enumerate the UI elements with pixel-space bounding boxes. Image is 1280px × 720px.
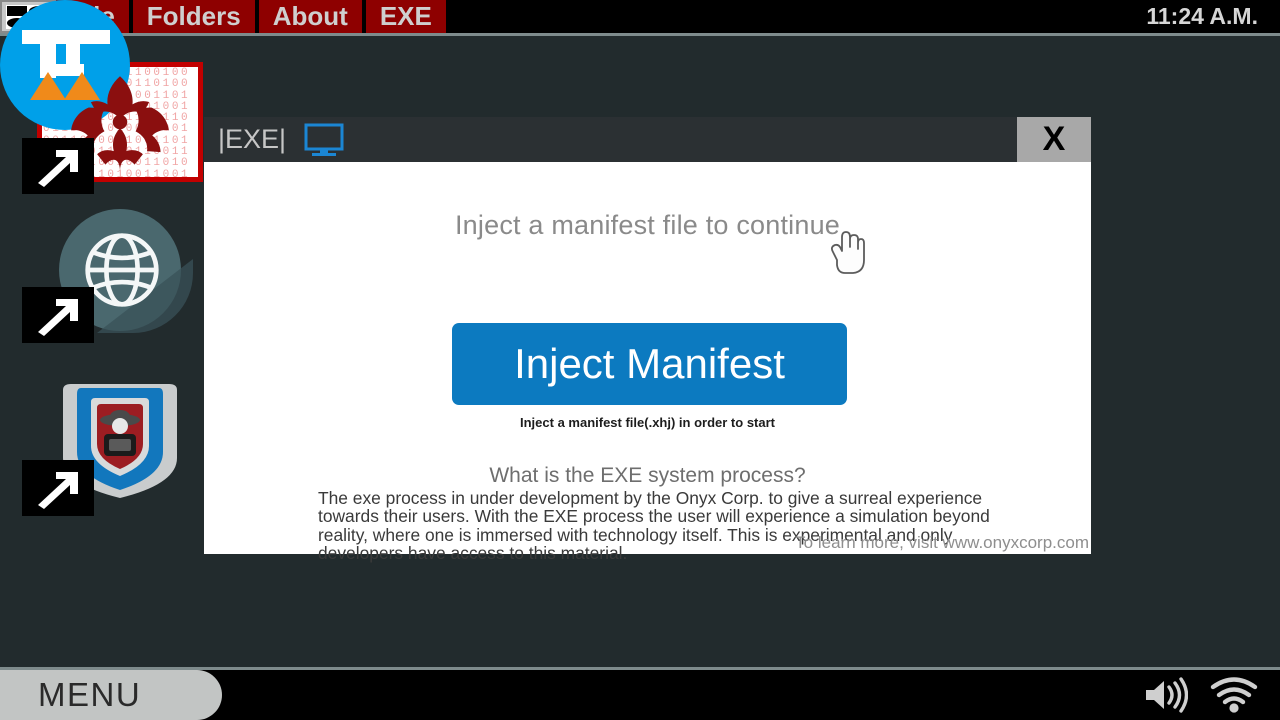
menu-folders[interactable]: Folders	[132, 0, 255, 33]
shortcut-arrow-icon	[22, 287, 94, 343]
clock: 11:24 A.M.	[1146, 3, 1258, 29]
menu-about[interactable]: About	[258, 0, 362, 33]
window-title: |EXE|	[218, 124, 287, 154]
inject-hint-text: Inject a manifest file(.xhj) in order to…	[520, 415, 775, 430]
desktop-icon-security-shield[interactable]	[22, 380, 203, 516]
menu-button[interactable]: MENU	[0, 670, 222, 720]
menu-exe[interactable]: EXE	[365, 0, 446, 33]
desktop-icon-globe[interactable]	[22, 207, 203, 343]
shortcut-arrow-icon	[22, 138, 94, 194]
monitor-icon	[304, 123, 344, 156]
top-menu-bar: File Folders About EXE 11:24 A.M.	[0, 0, 1280, 36]
inject-manifest-button[interactable]: Inject Manifest	[452, 323, 847, 405]
globe-icon	[85, 233, 159, 307]
exe-window: |EXE| X Inject a manifest file to contin…	[204, 117, 1091, 562]
close-button[interactable]: X	[1017, 117, 1091, 162]
about-heading: What is the EXE system process?	[489, 464, 806, 487]
dialog-heading: Inject a manifest file to continue	[454, 210, 840, 240]
shortcut-arrow-icon	[22, 460, 94, 516]
system-tray	[1142, 676, 1258, 714]
desktop-screen: File Folders About EXE 11:24 A.M. 110010…	[0, 0, 1280, 720]
learn-more-text: To learn more, visit www.onyxcorp.com	[795, 533, 1089, 552]
window-body: Inject a manifest file to continue Injec…	[204, 162, 1091, 562]
taskbar: MENU	[0, 667, 1280, 720]
wifi-icon[interactable]	[1210, 676, 1258, 714]
window-title-bar[interactable]: |EXE| X	[204, 117, 1091, 162]
volume-icon[interactable]	[1142, 676, 1188, 714]
